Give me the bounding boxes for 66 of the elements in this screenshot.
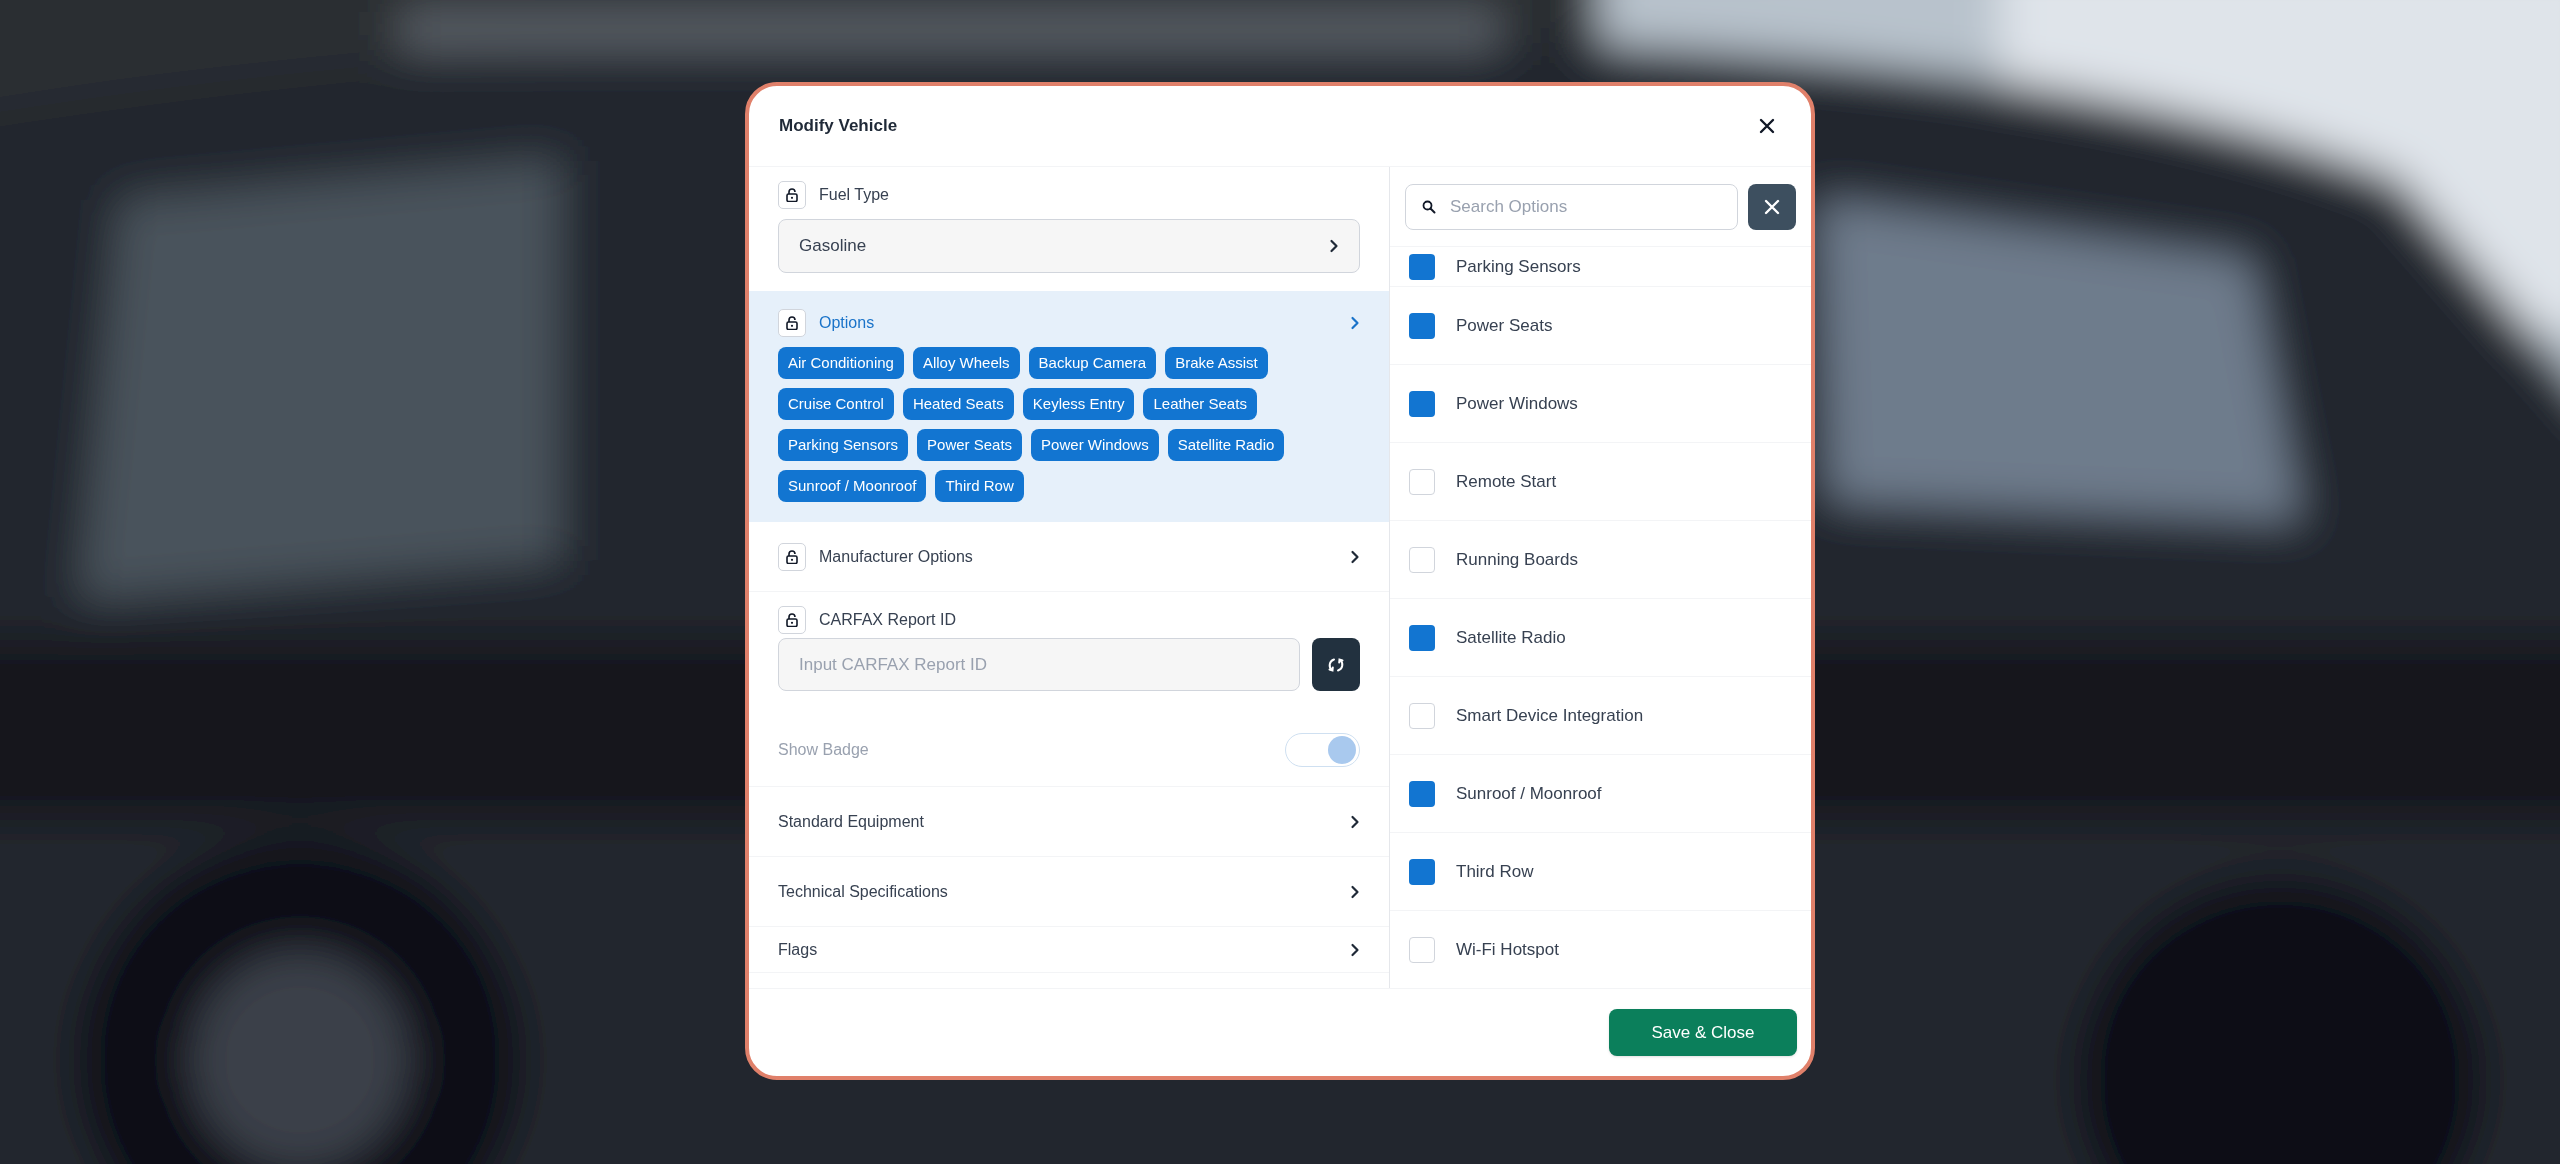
option-tag: Cruise Control xyxy=(778,388,894,420)
checkbox[interactable] xyxy=(1409,253,1435,280)
option-label: Power Seats xyxy=(1456,314,1553,337)
lock-icon[interactable] xyxy=(778,309,806,337)
search-field[interactable]: Search Options xyxy=(1405,183,1738,230)
clear-button[interactable] xyxy=(1748,183,1796,230)
option-label: Wi-Fi Hotspot xyxy=(1456,938,1559,961)
option-label: Smart Device Integration xyxy=(1456,704,1644,727)
section-link[interactable]: Flags xyxy=(749,927,1389,973)
search-icon xyxy=(1422,199,1436,214)
option-tag: Keyless Entry xyxy=(1022,388,1135,420)
lock-icon[interactable] xyxy=(778,542,806,571)
checkbox[interactable] xyxy=(1409,390,1435,417)
checkbox[interactable] xyxy=(1409,312,1435,339)
option-tag: Satellite Radio xyxy=(1167,429,1285,461)
lock-icon[interactable] xyxy=(778,181,806,209)
chevron-icon xyxy=(1350,814,1360,829)
option-label: Sunroof / Moonroof xyxy=(1456,782,1602,805)
checkbox[interactable] xyxy=(1409,468,1435,495)
save-and-close-button[interactable]: Save & Close xyxy=(1609,1009,1797,1056)
checkbox[interactable] xyxy=(1409,702,1435,729)
dialog-title: Modify Vehicle xyxy=(779,115,898,138)
checkbox[interactable] xyxy=(1409,936,1435,963)
option-tag: Air Conditioning xyxy=(778,347,904,379)
checkbox[interactable] xyxy=(1409,546,1435,573)
chevron-icon xyxy=(1329,239,1339,253)
checkbox[interactable] xyxy=(1409,780,1435,807)
field-label: Technical Specifications xyxy=(778,881,948,902)
lock-icon[interactable] xyxy=(778,606,806,634)
checkbox[interactable] xyxy=(1409,624,1435,651)
toggle-label: Show Badge xyxy=(778,739,869,760)
fuel-type-select[interactable]: Gasoline xyxy=(778,219,1360,273)
chevron-icon xyxy=(1350,884,1360,899)
checkbox[interactable] xyxy=(1409,858,1435,885)
field-label: CARFAX Report ID xyxy=(819,610,956,630)
close-icon xyxy=(1763,197,1781,216)
close-icon xyxy=(1758,117,1776,135)
option-tag: Sunroof / Moonroof xyxy=(778,470,927,502)
option-tag: Backup Camera xyxy=(1028,347,1157,379)
chevron-icon xyxy=(1350,549,1360,564)
option-tag: Leather Seats xyxy=(1143,388,1257,420)
option-tag: Alloy Wheels xyxy=(912,347,1020,379)
field-label: Manufacturer Options xyxy=(819,546,973,567)
option-tag: Brake Assist xyxy=(1165,347,1268,379)
option-tag: Power Seats xyxy=(917,429,1023,461)
option-tag: Parking Sensors xyxy=(778,429,909,461)
field-label: Fuel Type xyxy=(819,185,889,205)
option-label: Running Boards xyxy=(1456,548,1578,571)
section-link[interactable]: Manufacturer Options xyxy=(749,522,1389,592)
field-label: Options xyxy=(819,313,875,333)
option-label: Power Windows xyxy=(1456,392,1578,415)
option-tag: Heated Seats xyxy=(902,388,1014,420)
section-link[interactable]: Standard Equipment xyxy=(749,787,1389,857)
option-label: Parking Sensors xyxy=(1456,255,1581,278)
section-link[interactable]: Technical Specifications xyxy=(749,857,1389,927)
field-label: Standard Equipment xyxy=(778,811,924,832)
report-id-field[interactable]: Input CARFAX Report ID xyxy=(778,638,1300,691)
refresh-button[interactable] xyxy=(1312,638,1360,691)
field-label: Flags xyxy=(778,939,818,960)
option-tag: Third Row xyxy=(935,470,1024,502)
option-label: Third Row xyxy=(1456,860,1534,883)
chevron-icon xyxy=(1350,316,1360,330)
chevron-icon xyxy=(1350,942,1360,957)
option-label: Satellite Radio xyxy=(1456,626,1566,649)
option-tag: Power Windows xyxy=(1031,429,1159,461)
option-label: Remote Start xyxy=(1456,470,1557,493)
